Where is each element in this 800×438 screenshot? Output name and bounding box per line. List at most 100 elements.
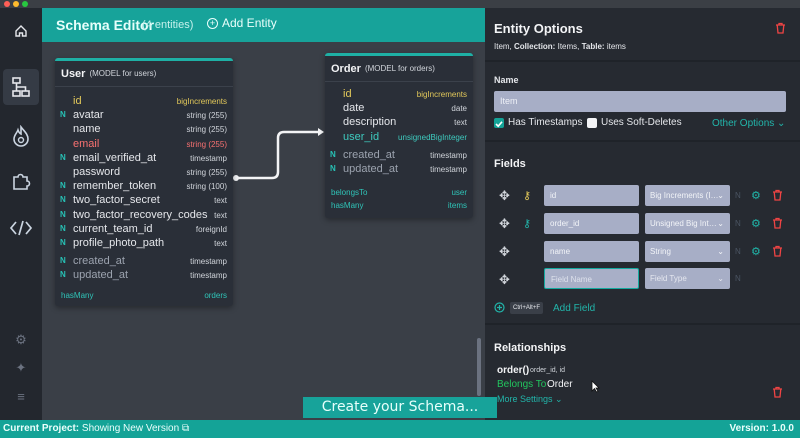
new-field-type-select[interactable]: Field Type ⌄ bbox=[645, 268, 730, 289]
relation-type: hasMany bbox=[331, 201, 364, 210]
new-field-name-input[interactable]: Field Name bbox=[544, 268, 639, 289]
field-name-input[interactable]: name bbox=[544, 241, 639, 262]
add-entity-button[interactable]: + Add Entity bbox=[207, 16, 277, 30]
add-field-plus-icon[interactable] bbox=[494, 302, 505, 313]
nullable-indicator[interactable]: N bbox=[735, 191, 741, 200]
entity-options-panel: Entity Options Item, Collection: Items, … bbox=[485, 8, 800, 420]
more-settings-toggle[interactable]: More Settings ⌄ bbox=[497, 394, 563, 405]
entity-field-row[interactable]: Ncreated_at timestamp bbox=[325, 149, 473, 163]
delete-field-icon[interactable] bbox=[772, 245, 783, 260]
project-value[interactable]: Showing New Version bbox=[82, 423, 179, 434]
relationships-heading: Relationships bbox=[494, 342, 567, 354]
drag-handle-icon[interactable]: ✥ bbox=[499, 272, 510, 288]
entity-field-row[interactable]: id bigIncrements bbox=[325, 88, 473, 102]
entity-card-order[interactable]: Order (MODEL for orders) belongsTo user … bbox=[325, 53, 473, 218]
entity-field-row[interactable]: email string (255) bbox=[55, 138, 233, 152]
entity-card-header[interactable]: User (MODEL for users) bbox=[55, 61, 233, 87]
nullable-indicator[interactable]: N bbox=[735, 274, 741, 283]
field-name: id bbox=[343, 88, 352, 100]
nullable-marker: N bbox=[330, 149, 336, 159]
nullable-marker: N bbox=[60, 195, 66, 205]
field-type: text bbox=[454, 118, 467, 128]
field-name: profile_photo_path bbox=[73, 237, 165, 249]
entity-field-row[interactable]: user_id unsignedBigInteger bbox=[325, 131, 473, 145]
home-icon[interactable] bbox=[6, 16, 36, 46]
code-icon[interactable] bbox=[6, 213, 36, 243]
field-name: user_id bbox=[343, 130, 380, 143]
drag-handle-icon[interactable]: ✥ bbox=[499, 244, 510, 260]
entity-model-label: (MODEL for orders) bbox=[364, 64, 435, 73]
nullable-marker: N bbox=[60, 152, 66, 162]
sparkles-icon[interactable]: ✦ bbox=[13, 360, 29, 376]
delete-field-icon[interactable] bbox=[772, 189, 783, 204]
field-settings-gear-icon[interactable]: ⚙ bbox=[751, 245, 761, 258]
delete-entity-icon[interactable] bbox=[775, 22, 787, 34]
maximize-window-dot[interactable] bbox=[22, 1, 28, 7]
gear-icon[interactable]: ⚙ bbox=[13, 332, 29, 348]
drag-handle-icon[interactable]: ✥ bbox=[499, 188, 510, 204]
minimize-window-dot[interactable] bbox=[13, 1, 19, 7]
name-label: Name bbox=[494, 75, 519, 85]
entity-field-row[interactable]: Nprofile_photo_path text bbox=[55, 237, 233, 251]
entity-field-row[interactable]: Ncurrent_team_id foreignId bbox=[55, 223, 233, 237]
entity-field-row[interactable]: id bigIncrements bbox=[55, 95, 233, 109]
entity-field-row[interactable]: Ntwo_factor_secret text bbox=[55, 194, 233, 208]
nullable-marker: N bbox=[60, 209, 66, 219]
nullable-indicator[interactable]: N bbox=[735, 219, 741, 228]
field-type-select[interactable]: String ⌄ bbox=[645, 241, 730, 262]
entity-field-row[interactable]: Nemail_verified_at timestamp bbox=[55, 152, 233, 166]
field-settings-gear-icon[interactable]: ⚙ bbox=[751, 189, 761, 202]
other-options-toggle[interactable]: Other Options ⌄ bbox=[712, 118, 785, 129]
field-type: bigIncrements bbox=[416, 90, 467, 99]
field-type-select[interactable]: Big Increments (I… ⌄ bbox=[645, 185, 730, 206]
nullable-indicator[interactable]: N bbox=[735, 247, 741, 256]
field-type: timestamp bbox=[190, 153, 227, 163]
entity-card-header[interactable]: Order (MODEL for orders) bbox=[325, 56, 473, 82]
foreign-key-icon: ⚷ bbox=[523, 218, 532, 230]
field-type-select[interactable]: Unsigned Big Int… ⌄ bbox=[645, 213, 730, 234]
entity-field-row[interactable]: date date bbox=[325, 102, 473, 116]
add-field-button[interactable]: Add Field bbox=[553, 303, 595, 314]
field-name-input[interactable]: id bbox=[544, 185, 639, 206]
fire-icon[interactable] bbox=[6, 121, 36, 151]
close-window-dot[interactable] bbox=[4, 1, 10, 7]
entity-field-row[interactable]: password string (255) bbox=[55, 166, 233, 180]
field-name: two_factor_recovery_codes bbox=[73, 208, 208, 221]
entity-field-row[interactable]: Ntwo_factor_recovery_codes text bbox=[55, 209, 233, 223]
schema-diagram-icon[interactable] bbox=[3, 69, 39, 105]
project-label: Current Project: bbox=[3, 423, 80, 434]
entity-field-row[interactable]: name string (255) bbox=[55, 123, 233, 137]
has-timestamps-checkbox[interactable] bbox=[494, 118, 504, 128]
field-settings-gear-icon[interactable]: ⚙ bbox=[751, 217, 761, 230]
entity-field-row[interactable]: description text bbox=[325, 116, 473, 130]
puzzle-icon[interactable] bbox=[6, 166, 36, 196]
entity-field-row[interactable]: Nupdated_at timestamp bbox=[325, 163, 473, 177]
field-name-input[interactable]: order_id bbox=[544, 213, 639, 234]
relation-target: items bbox=[447, 201, 467, 210]
drag-handle-icon[interactable]: ✥ bbox=[499, 216, 510, 232]
relationship-type: Belongs To bbox=[497, 379, 547, 390]
schema-canvas[interactable]: Schema Editor (4 entities) + Add Entity … bbox=[42, 8, 485, 420]
entity-name-input[interactable]: Item bbox=[494, 91, 786, 112]
entity-count: (4 entities) bbox=[142, 19, 194, 31]
soft-deletes-checkbox[interactable] bbox=[587, 118, 597, 128]
window-titlebar bbox=[0, 0, 800, 8]
field-name: current_team_id bbox=[73, 222, 153, 235]
mouse-cursor-icon bbox=[591, 380, 600, 393]
entity-relation-row: hasMany items bbox=[331, 201, 467, 211]
entity-card-user[interactable]: User (MODEL for users) hasMany orders id… bbox=[55, 58, 233, 306]
status-bar: Current Project: Showing New Version ⧉ V… bbox=[0, 420, 800, 438]
nullable-marker: N bbox=[60, 270, 66, 280]
field-type: string (255) bbox=[186, 111, 227, 121]
menu-icon[interactable]: ≡ bbox=[13, 388, 29, 404]
entity-field-row[interactable]: Ncreated_at timestamp bbox=[55, 255, 233, 269]
entity-field-row[interactable]: Nupdated_at timestamp bbox=[55, 269, 233, 283]
delete-field-icon[interactable] bbox=[772, 217, 783, 232]
entity-field-row[interactable]: Nremember_token string (100) bbox=[55, 180, 233, 194]
canvas-scrollbar[interactable] bbox=[477, 338, 481, 396]
plus-circle-icon: + bbox=[207, 17, 218, 29]
external-link-icon[interactable]: ⧉ bbox=[182, 423, 189, 434]
delete-relationship-icon[interactable] bbox=[772, 386, 784, 398]
entity-field-row[interactable]: Navatar string (255) bbox=[55, 109, 233, 123]
field-name: email_verified_at bbox=[73, 151, 157, 164]
